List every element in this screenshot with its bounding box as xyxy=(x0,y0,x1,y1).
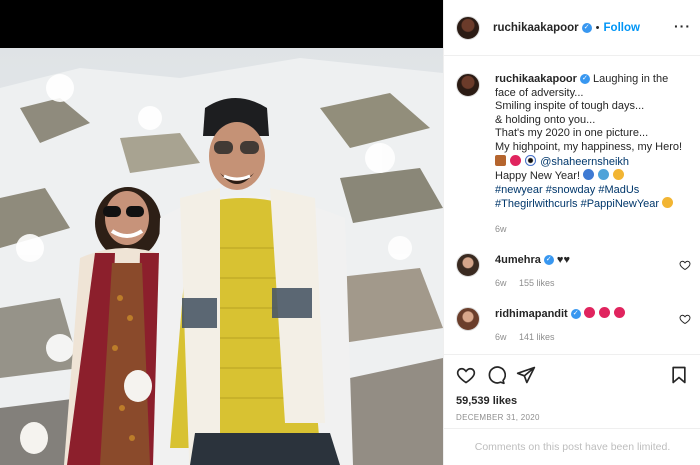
comment-item: ridhimapandit ✓ 6w 141 likes xyxy=(456,307,691,342)
caption-username[interactable]: ruchikaakapoor xyxy=(495,73,577,85)
party-face-icon xyxy=(613,169,625,181)
hashtags[interactable]: #newyear #snowday #MadUs xyxy=(495,184,639,196)
caption-line: That's my 2020 in one picture... xyxy=(495,127,649,140)
verified-badge-icon: ✓ xyxy=(581,22,592,33)
red-heart-icon xyxy=(583,307,595,318)
post-image xyxy=(0,48,443,465)
verified-badge-icon: ✓ xyxy=(579,74,590,85)
more-options-icon[interactable]: ··· xyxy=(674,18,691,34)
bookmark-icon[interactable] xyxy=(669,365,689,385)
comment-likes[interactable]: 155 likes xyxy=(519,278,555,288)
comment-text: 4umehra ✓ ♥♥ xyxy=(495,253,691,267)
likes-count[interactable]: 59,539 likes xyxy=(456,395,689,407)
comment-age: 6w xyxy=(495,278,507,288)
share-paper-plane-icon[interactable] xyxy=(516,365,536,385)
post-date: DECEMBER 31, 2020 xyxy=(456,413,540,422)
comment-item: 4umehra ✓ ♥♥ 6w 155 likes xyxy=(456,253,691,288)
caption-line: & holding onto you... xyxy=(495,113,596,126)
action-bar xyxy=(456,363,689,387)
comment-likes[interactable]: 141 likes xyxy=(519,332,555,342)
comment-avatar[interactable] xyxy=(456,307,480,331)
post-photo[interactable] xyxy=(0,48,443,465)
caption-age: 6w xyxy=(495,223,507,234)
comment-bubble-icon[interactable] xyxy=(486,365,506,385)
comment-username[interactable]: ridhimapandit xyxy=(495,308,568,320)
red-heart-icon xyxy=(510,154,522,166)
couple-emoji-icon xyxy=(495,154,506,166)
like-comment-heart-icon[interactable] xyxy=(679,313,691,325)
header-username[interactable]: ruchikaakapoor xyxy=(493,22,579,34)
comment-age: 6w xyxy=(495,332,507,342)
post-side-panel: ruchikaakapoor ✓ • Follow ··· ruchikaaka… xyxy=(443,0,700,465)
caption: ruchikaakapoor ✓ Laughing in the face of … xyxy=(456,73,691,234)
caption-line: Smiling inspite of tough days... xyxy=(495,100,645,113)
caption-avatar[interactable] xyxy=(456,73,480,97)
comment-username[interactable]: 4umehra xyxy=(495,254,541,266)
red-heart-icon xyxy=(598,307,610,318)
comment-text: ridhimapandit ✓ xyxy=(495,307,691,321)
globe-icon xyxy=(598,169,610,181)
mention-link[interactable]: @shaheernsheikh xyxy=(540,156,629,168)
avatar[interactable] xyxy=(456,15,480,40)
comment-avatar[interactable] xyxy=(456,253,480,277)
follow-button[interactable]: Follow xyxy=(604,22,640,34)
caption-line: My highpoint, my happiness, my Hero! xyxy=(495,140,683,153)
comment-meta: 6w 155 likes xyxy=(495,278,691,288)
post-header: ruchikaakapoor ✓ • Follow ··· xyxy=(444,0,700,56)
evil-eye-icon xyxy=(525,154,537,166)
red-heart-icon xyxy=(613,307,625,318)
winking-face-icon xyxy=(662,197,674,209)
post-actions: 59,539 likes DECEMBER 31, 2020 xyxy=(444,354,700,422)
separator-dot: • xyxy=(595,21,600,34)
like-heart-icon[interactable] xyxy=(456,365,476,385)
caption-text: ruchikaakapoor ✓ Laughing in the face of … xyxy=(495,73,691,212)
comments-list: ruchikaakapoor ✓ Laughing in the face of … xyxy=(444,57,700,354)
like-comment-heart-icon[interactable] xyxy=(679,259,691,271)
hashtags[interactable]: #Thegirlwithcurls #PappiNewYear xyxy=(495,198,659,210)
comment-meta: 6w 141 likes xyxy=(495,332,691,342)
verified-badge-icon: ✓ xyxy=(543,255,554,266)
post-media xyxy=(0,0,443,465)
snowflake-icon xyxy=(583,169,595,181)
verified-badge-icon: ✓ xyxy=(570,309,581,320)
comments-limited-notice: Comments on this post have been limited. xyxy=(444,428,700,465)
caption-new-year: Happy New Year! xyxy=(495,170,580,183)
comment-body: ♥♥ xyxy=(556,254,570,266)
